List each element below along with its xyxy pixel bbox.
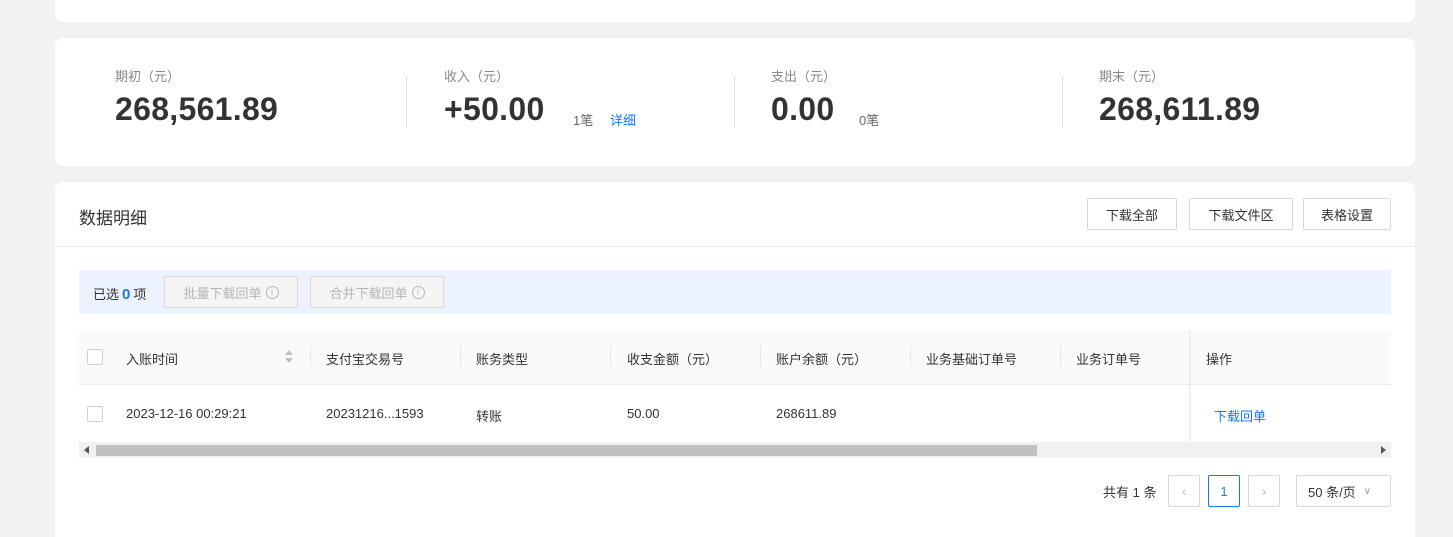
merge-download-button[interactable]: 合并下载回单 i bbox=[310, 276, 444, 308]
divider bbox=[1062, 76, 1063, 127]
download-all-button[interactable]: 下载全部 bbox=[1087, 198, 1177, 230]
column-header-trade-no: 支付宝交易号 bbox=[326, 352, 405, 367]
summary-card: 期初（元） 268,561.89 收入（元） +50.00 1笔 详细 支出（元… bbox=[55, 38, 1415, 166]
cell-amount: 50.00 bbox=[627, 406, 660, 421]
chevron-down-icon: ∨ bbox=[1363, 485, 1372, 497]
batch-download-label: 批量下载回单 bbox=[183, 285, 262, 301]
row-checkbox[interactable] bbox=[87, 406, 103, 422]
column-header-order: 业务订单号 bbox=[1076, 352, 1142, 367]
pagination-total: 共有 1 条 bbox=[1103, 485, 1157, 500]
column-separator bbox=[1060, 345, 1061, 367]
income-detail-link[interactable]: 详细 bbox=[610, 110, 636, 129]
expense-label: 支出（元） bbox=[771, 69, 837, 84]
batch-download-button[interactable]: 批量下载回单 i bbox=[164, 276, 298, 308]
column-header-type: 账务类型 bbox=[476, 352, 529, 367]
selection-suffix: 项 bbox=[133, 287, 147, 302]
download-files-button[interactable]: 下载文件区 bbox=[1189, 198, 1293, 230]
column-header-balance: 账户余额（元） bbox=[776, 352, 868, 367]
expense-count: 0笔 bbox=[859, 113, 880, 128]
fixed-column-shadow bbox=[1189, 330, 1192, 442]
data-table: 入账时间 支付宝交易号 账务类型 收支金额（元） 账户余额（元） 业务基础订单号… bbox=[79, 330, 1391, 458]
column-separator bbox=[310, 345, 311, 367]
page-1-button[interactable]: 1 bbox=[1208, 475, 1240, 507]
cell-time: 2023-12-16 00:29:21 bbox=[126, 406, 247, 421]
cell-trade-no: 20231216...1593 bbox=[326, 406, 424, 421]
table-header: 入账时间 支付宝交易号 账务类型 收支金额（元） 账户余额（元） 业务基础订单号… bbox=[79, 330, 1391, 385]
detail-title: 数据明细 bbox=[79, 209, 147, 228]
closing-label: 期末（元） bbox=[1099, 69, 1165, 84]
divider bbox=[734, 76, 735, 127]
column-header-action: 操作 bbox=[1206, 352, 1233, 367]
opening-label: 期初（元） bbox=[115, 69, 181, 84]
column-header-base-order: 业务基础订单号 bbox=[926, 352, 1018, 367]
table-row: 2023-12-16 00:29:21 20231216...1593 转账 5… bbox=[79, 386, 1391, 442]
horizontal-scrollbar[interactable] bbox=[79, 442, 1391, 458]
info-icon: i bbox=[411, 285, 425, 299]
select-all-checkbox[interactable] bbox=[87, 349, 103, 365]
selection-count: 0 bbox=[122, 286, 131, 303]
table-settings-button[interactable]: 表格设置 bbox=[1303, 198, 1391, 230]
expense-value: 0.00 bbox=[771, 91, 835, 127]
column-separator bbox=[760, 345, 761, 367]
selection-text: 已选 0 项 bbox=[93, 284, 146, 303]
selection-prefix: 已选 bbox=[93, 287, 120, 302]
cell-balance: 268611.89 bbox=[776, 406, 837, 421]
scroll-right-icon[interactable] bbox=[1381, 446, 1386, 454]
income-label: 收入（元） bbox=[444, 69, 510, 84]
income-value: +50.00 bbox=[444, 91, 545, 127]
divider bbox=[406, 76, 407, 127]
next-page-button[interactable]: › bbox=[1248, 475, 1280, 507]
prev-page-button[interactable]: ‹ bbox=[1168, 475, 1200, 507]
column-separator bbox=[610, 345, 611, 367]
scrollbar-thumb[interactable] bbox=[96, 445, 1037, 456]
divider bbox=[55, 246, 1415, 247]
column-separator bbox=[910, 345, 911, 367]
opening-value: 268,561.89 bbox=[115, 91, 279, 127]
column-header-time: 入账时间 bbox=[126, 352, 179, 367]
page-size-value: 50 条/页 bbox=[1308, 484, 1356, 500]
column-header-amount: 收支金额（元） bbox=[627, 352, 719, 367]
info-icon: i bbox=[265, 285, 279, 299]
chevron-left-icon: ‹ bbox=[1181, 483, 1187, 499]
page-size-select[interactable]: 50 条/页 ∨ bbox=[1296, 475, 1391, 507]
selection-bar: 已选 0 项 批量下载回单 i 合并下载回单 i bbox=[79, 270, 1391, 314]
column-separator bbox=[460, 345, 461, 367]
download-receipt-link[interactable]: 下载回单 bbox=[1214, 406, 1266, 425]
detail-card: 数据明细 下载全部 下载文件区 表格设置 已选 0 项 批量下载回单 i 合并下载回… bbox=[55, 182, 1415, 537]
closing-value: 268,611.89 bbox=[1099, 91, 1261, 127]
top-card bbox=[55, 0, 1415, 22]
chevron-right-icon: › bbox=[1261, 483, 1267, 499]
sort-icon[interactable] bbox=[285, 350, 293, 364]
scroll-left-icon[interactable] bbox=[84, 446, 89, 454]
income-count: 1笔 bbox=[573, 113, 594, 128]
cell-type: 转账 bbox=[476, 409, 503, 424]
merge-download-label: 合并下载回单 bbox=[329, 285, 408, 301]
